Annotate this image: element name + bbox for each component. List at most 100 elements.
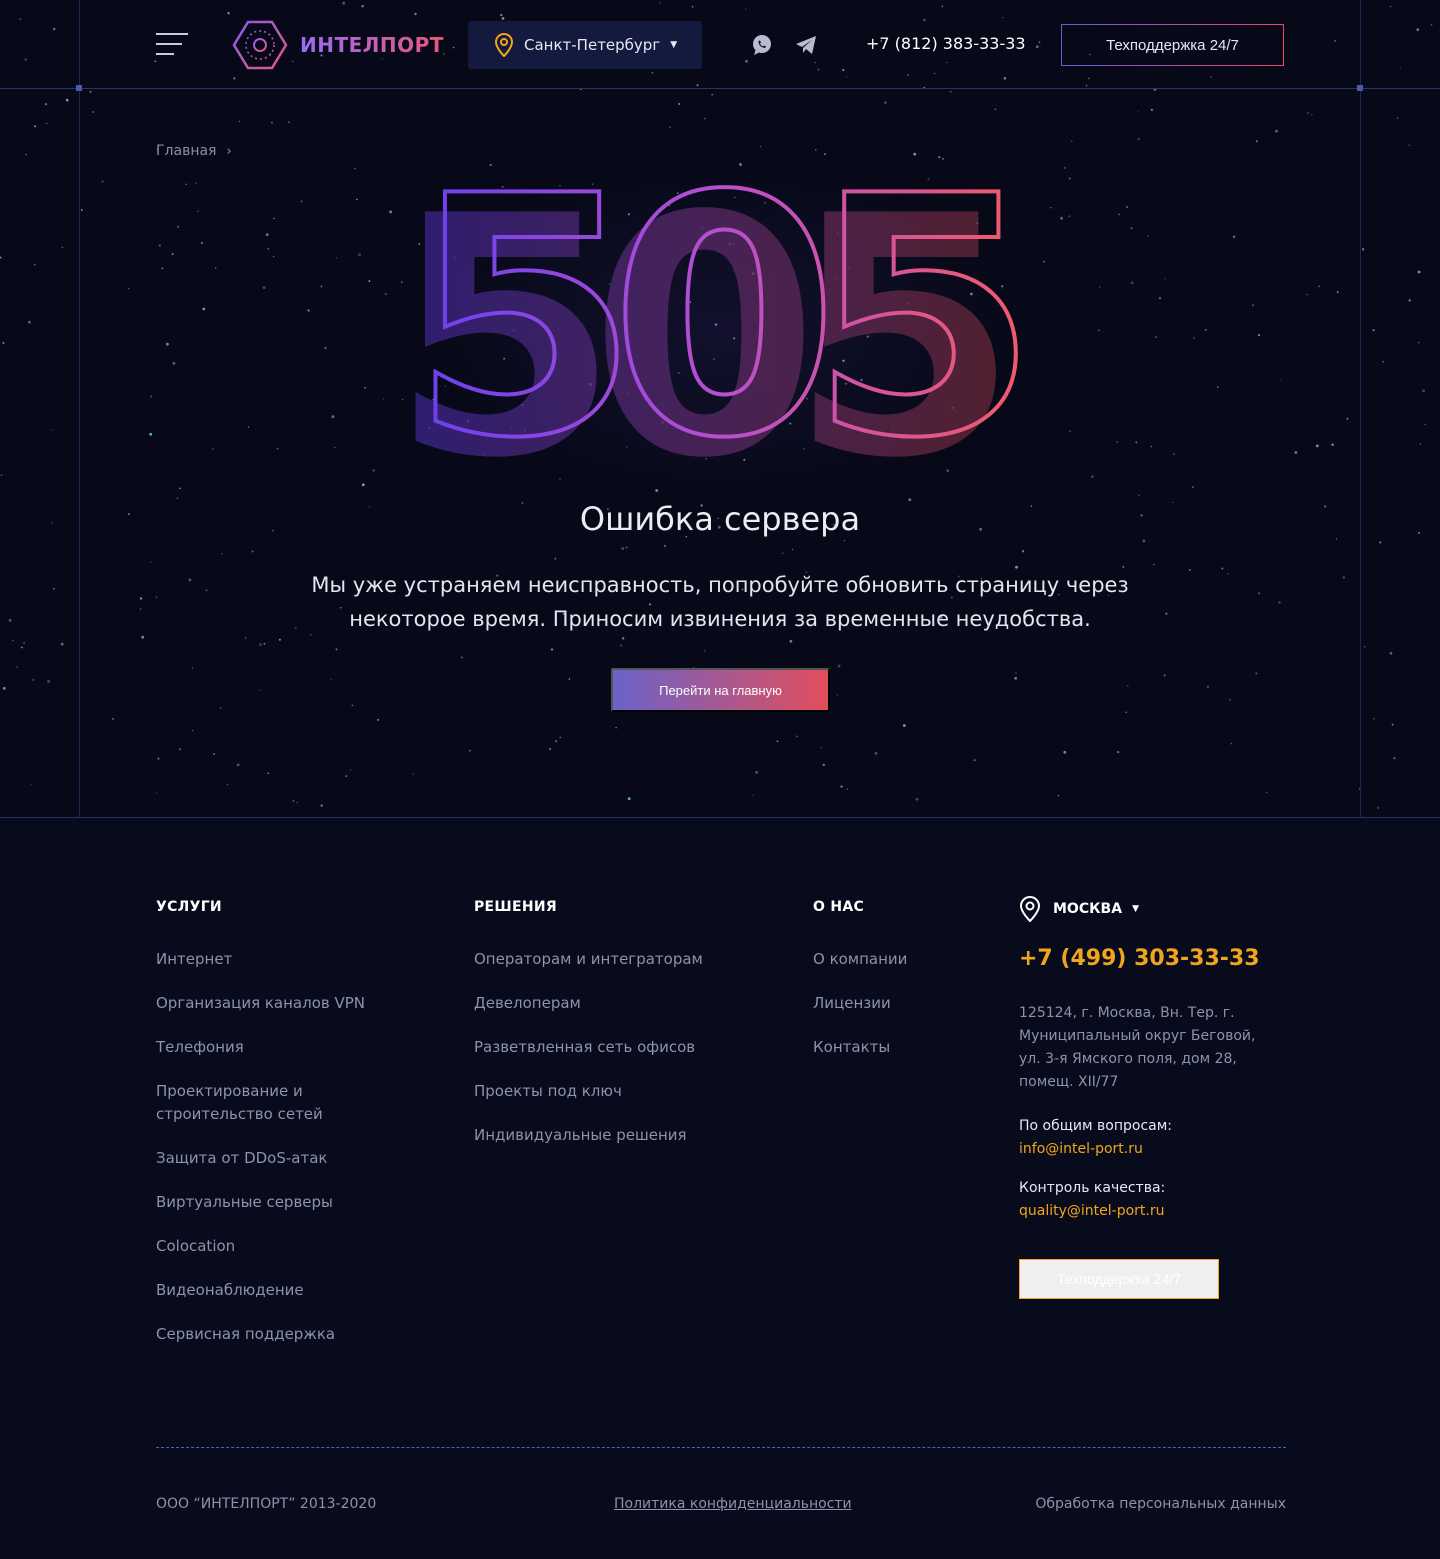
star [412,773,414,775]
footer-link[interactable]: Сервисная поддержка [156,1323,406,1346]
star [489,163,492,167]
star [356,198,358,201]
general-email-link[interactable]: info@intel-port.ru [1019,1141,1143,1157]
telegram-icon[interactable] [794,33,818,57]
star [1306,293,1308,296]
star [300,200,303,203]
star [155,792,158,794]
star [46,122,48,125]
support-button[interactable]: Техподдержка 24/7 [1061,24,1284,66]
footer-link[interactable]: Виртуальные серверы [156,1191,406,1214]
footer-link[interactable]: Интернет [156,948,406,971]
star [1014,676,1018,680]
star [822,763,825,767]
star [139,608,142,610]
star [158,244,161,247]
chevron-down-icon: ▼ [1132,904,1139,914]
go-home-button[interactable]: Перейти на главную [611,668,830,712]
star [238,120,241,123]
star [973,759,976,762]
star [1255,672,1258,675]
star [568,678,571,680]
star [92,111,95,113]
star [219,707,222,709]
star [815,149,817,151]
footer-link[interactable]: Индивидуальные решения [474,1124,754,1147]
footer-link[interactable]: Лицензии [813,992,993,1015]
footer-support-button[interactable]: Техподдержка 24/7 [1019,1259,1219,1299]
personal-data-link[interactable]: Обработка персональных данных [1035,1496,1286,1512]
star [1257,592,1261,595]
location-pin-icon [1019,896,1041,922]
star [1163,674,1166,677]
star [1137,138,1140,141]
privacy-policy-link[interactable]: Политика конфиденциальности [614,1496,852,1512]
star [1331,443,1334,446]
star [292,800,295,802]
star [8,619,12,622]
footer-about-title: О НАС [813,899,865,915]
footer-link[interactable]: Операторам и интеграторам [474,948,754,971]
star [205,589,208,592]
star [30,784,32,786]
star [1422,389,1425,393]
footer-link[interactable]: Разветвленная сеть офисов [474,1036,754,1059]
star [655,489,659,492]
footer-link[interactable]: Проекты под ключ [474,1080,754,1103]
star [155,596,158,599]
star [236,763,240,767]
footer-link[interactable]: Девелоперам [474,992,754,1015]
star [1057,794,1060,797]
star [460,656,463,659]
star [288,121,290,123]
star [622,637,625,640]
star [1204,328,1207,331]
error-message: Мы уже устраняем неисправность, попробуй… [311,573,1129,631]
star [846,788,848,791]
star [1221,567,1224,570]
breadcrumb-home-link[interactable]: Главная [156,143,216,159]
error-code-graphic: 505 505 [390,124,1053,530]
star [759,145,762,148]
footer-link[interactable]: О компании [813,948,993,971]
star [2,687,6,690]
star [1346,417,1349,420]
star [548,747,552,751]
footer-link[interactable]: Видеонаблюдение [156,1279,406,1302]
star [101,180,104,183]
star [755,771,758,774]
city-selector[interactable]: Санкт-Петербург ▼ [468,21,702,69]
star [1155,336,1157,338]
footer-link[interactable]: Контакты [813,1036,993,1059]
star [0,256,2,259]
footer-link[interactable]: Защита от DDoS-атак [156,1147,406,1170]
footer-phone-link[interactable]: +7 (499) 303-33-33 [1019,946,1260,971]
footer-city-selector[interactable]: МОСКВА ▼ [1019,896,1139,922]
chevron-down-icon: ▼ [670,40,678,50]
site-logo[interactable]: ИНТЕЛПОРТ [232,20,444,70]
footer-link[interactable]: Организация каналов VPN [156,992,406,1015]
star [555,739,558,743]
star [1417,341,1420,344]
footer-link[interactable]: Проектирование и строительство сетей [156,1080,346,1126]
star [1257,334,1260,337]
star [44,102,48,106]
star [1408,299,1411,302]
footer-services-title: УСЛУГИ [156,899,222,915]
star [25,153,27,156]
footer-link[interactable]: Телефония [156,1036,406,1059]
menu-burger-icon[interactable] [156,33,188,57]
general-questions-label: По общим вопросам: [1019,1118,1173,1134]
quality-email-link[interactable]: quality@intel-port.ru [1019,1203,1164,1219]
star [1130,227,1133,230]
breadcrumb: Главная › [156,143,232,159]
header-phone-link[interactable]: +7 (812) 383-33-33 [866,34,1026,53]
footer-link[interactable]: Colocation [156,1235,406,1258]
whatsapp-icon[interactable] [750,33,774,57]
star [1419,443,1422,445]
star [197,210,199,212]
error-code-outline: 505 [410,170,1021,470]
city-label: Санкт-Петербург [524,36,661,54]
star [244,637,247,639]
footer-dashed-divider [156,1447,1286,1448]
